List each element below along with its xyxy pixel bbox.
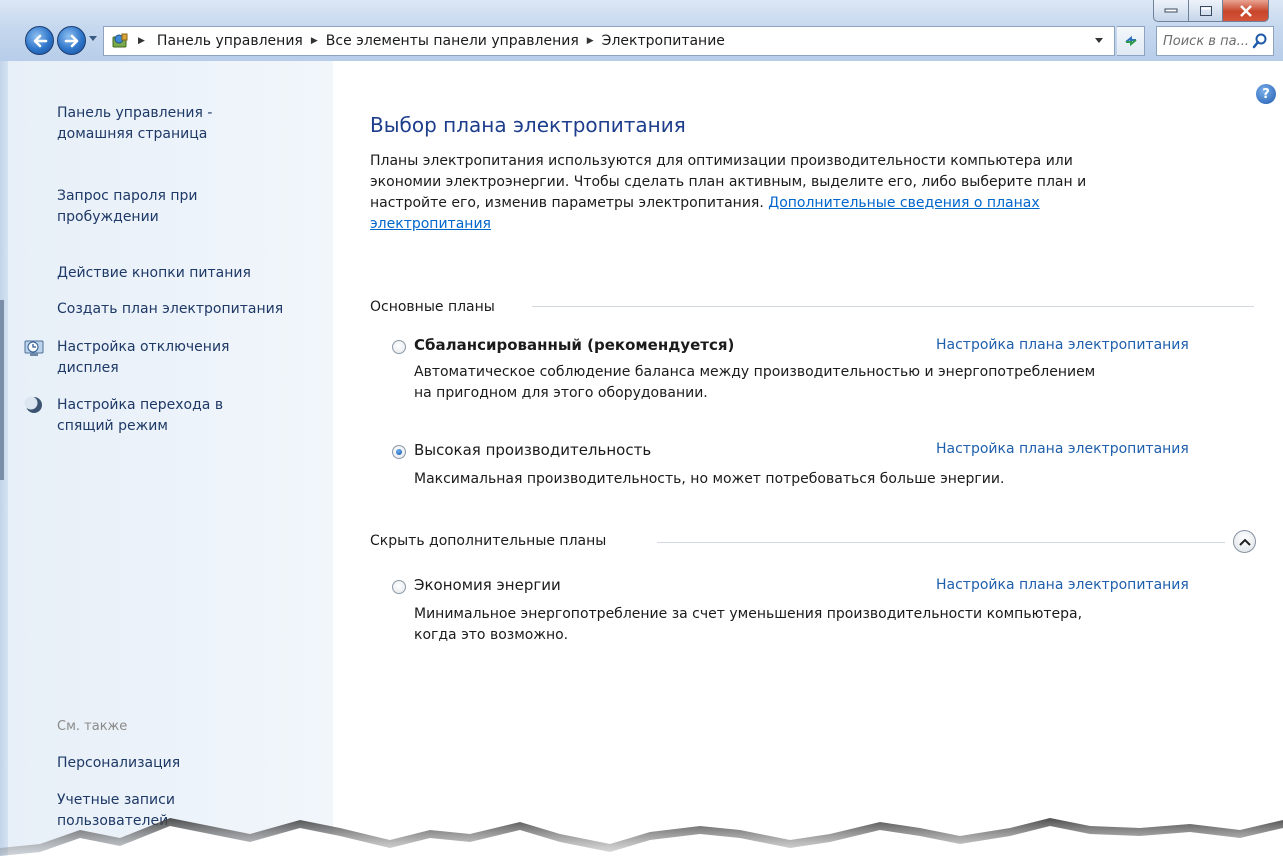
more-info-link-continued[interactable]: электропитания [370, 216, 491, 232]
back-arrow-icon [33, 34, 47, 47]
plan-radio-balanced[interactable] [392, 340, 406, 354]
description-line: когда это возможно. [414, 627, 569, 643]
caption-buttons [1153, 0, 1269, 22]
sidebar-item-label: спящий режим [57, 418, 168, 434]
sidebar-item-sleep[interactable]: Настройка перехода в спящий режим [57, 395, 223, 437]
title-bar: ▶ Панель управления ▶ Все элементы панел… [0, 0, 1283, 61]
sidebar [8, 61, 333, 862]
sidebar-item-personalization[interactable]: Персонализация [57, 753, 180, 774]
minimize-button[interactable] [1153, 0, 1189, 22]
see-also-heading: См. также [57, 719, 128, 734]
sidebar-item-label: пробуждении [57, 209, 159, 225]
sidebar-item-label: дисплея [57, 360, 119, 376]
breadcrumb-item[interactable]: Панель управления [157, 33, 303, 49]
display-clock-icon [24, 340, 44, 356]
description-line: Минимальное энергопотребление за счет ум… [414, 606, 1083, 622]
help-button[interactable]: ? [1256, 84, 1276, 104]
plan-radio-power-saver[interactable] [392, 580, 406, 594]
plan-description-power-saver: Минимальное энергопотребление за счет ум… [414, 604, 1234, 646]
page-title: Выбор плана электропитания [370, 113, 686, 137]
crumb-separator-icon: ▶ [138, 36, 145, 46]
description-line: Максимальная производительность, но може… [414, 471, 1005, 487]
close-icon [1239, 4, 1252, 17]
plan-description-balanced: Автоматическое соблюдение баланса между … [414, 362, 1234, 404]
crumb-separator-icon[interactable]: ▶ [587, 36, 594, 46]
plan-settings-link-power-saver[interactable]: Настройка плана электропитания [936, 577, 1189, 593]
description-line: экономии электроэнергии. Чтобы сделать п… [370, 174, 1087, 190]
address-bar[interactable]: ▶ Панель управления ▶ Все элементы панел… [103, 26, 1115, 56]
sidebar-item-label: Действие кнопки питания [57, 265, 251, 281]
address-dropdown-icon[interactable] [1094, 37, 1104, 45]
sidebar-item-label: Запрос пароля при [57, 188, 198, 204]
help-icon: ? [1262, 86, 1270, 102]
section-divider [532, 306, 1254, 307]
sidebar-item-wake-password[interactable]: Запрос пароля при пробуждении [57, 186, 197, 228]
breadcrumb-item[interactable]: Все элементы панели управления [326, 33, 579, 49]
search-icon[interactable] [1252, 33, 1268, 49]
sidebar-item-label: Персонализация [57, 755, 181, 771]
minimize-icon [1164, 8, 1178, 12]
sidebar-item-display-off[interactable]: Настройка отключения дисплея [57, 337, 229, 379]
section-hide-additional-plans[interactable]: Скрыть дополнительные планы [370, 533, 606, 549]
sidebar-item-home[interactable]: Панель управления - домашняя страница [57, 103, 212, 145]
breadcrumb: Панель управления ▶ Все элементы панели … [157, 33, 725, 49]
forward-button[interactable] [57, 26, 86, 55]
sleep-moon-icon [24, 396, 42, 413]
recent-pages-dropdown-icon[interactable] [88, 35, 98, 43]
section-basic-plans: Основные планы [370, 299, 495, 315]
description-line: на пригодном для этого оборудовании. [414, 385, 708, 401]
plan-settings-link-balanced[interactable]: Настройка плана электропитания [936, 337, 1189, 353]
section-divider [657, 542, 1225, 543]
sidebar-item-label: Создать план электропитания [57, 301, 284, 317]
sidebar-item-label: Настройка отключения [57, 339, 230, 355]
refresh-button[interactable] [1117, 26, 1145, 56]
back-button[interactable] [25, 26, 54, 55]
description-line: электропитания [370, 214, 1220, 235]
torn-edge-decoration [0, 818, 1283, 862]
sidebar-item-label: Панель управления - [57, 105, 213, 121]
forward-arrow-icon [64, 34, 78, 47]
collapse-button[interactable] [1233, 530, 1256, 553]
crumb-separator-icon[interactable]: ▶ [311, 36, 318, 46]
window-edge-shadow [0, 300, 4, 480]
plan-name-balanced[interactable]: Сбалансированный (рекомендуется) [414, 336, 734, 354]
refresh-icon [1124, 35, 1137, 47]
sidebar-item-power-button[interactable]: Действие кнопки питания [57, 263, 251, 284]
control-panel-window: ▶ Панель управления ▶ Все элементы панел… [0, 0, 1283, 862]
description-line: Планы электропитания используются для оп… [370, 153, 1073, 169]
search-input[interactable] [1163, 32, 1249, 50]
close-button[interactable] [1223, 0, 1269, 22]
sidebar-item-label: Настройка перехода в [57, 397, 224, 413]
maximize-button[interactable] [1189, 0, 1223, 22]
description-text: настройте его, изменив параметры электро… [370, 195, 764, 211]
plan-name-high-performance[interactable]: Высокая производительность [414, 441, 651, 459]
breadcrumb-item[interactable]: Электропитание [602, 33, 725, 49]
control-panel-icon [112, 33, 128, 48]
plan-radio-high-performance[interactable] [392, 445, 406, 459]
sidebar-item-label: домашняя страница [57, 126, 208, 142]
description-line: настройте его, изменив параметры электро… [370, 193, 1220, 214]
description-line: Автоматическое соблюдение баланса между … [414, 364, 1096, 380]
sidebar-item-create-plan[interactable]: Создать план электропитания [57, 299, 283, 320]
chevron-up-icon [1238, 538, 1251, 546]
more-info-link[interactable]: Дополнительные сведения о планах [768, 195, 1039, 211]
search-box[interactable] [1156, 26, 1274, 56]
maximize-icon [1199, 5, 1212, 16]
plan-name-power-saver[interactable]: Экономия энергии [414, 576, 561, 594]
plan-description-high-performance: Максимальная производительность, но може… [414, 469, 1234, 490]
plan-settings-link-high-performance[interactable]: Настройка плана электропитания [936, 441, 1189, 457]
page-description: Планы электропитания используются для оп… [370, 151, 1220, 235]
